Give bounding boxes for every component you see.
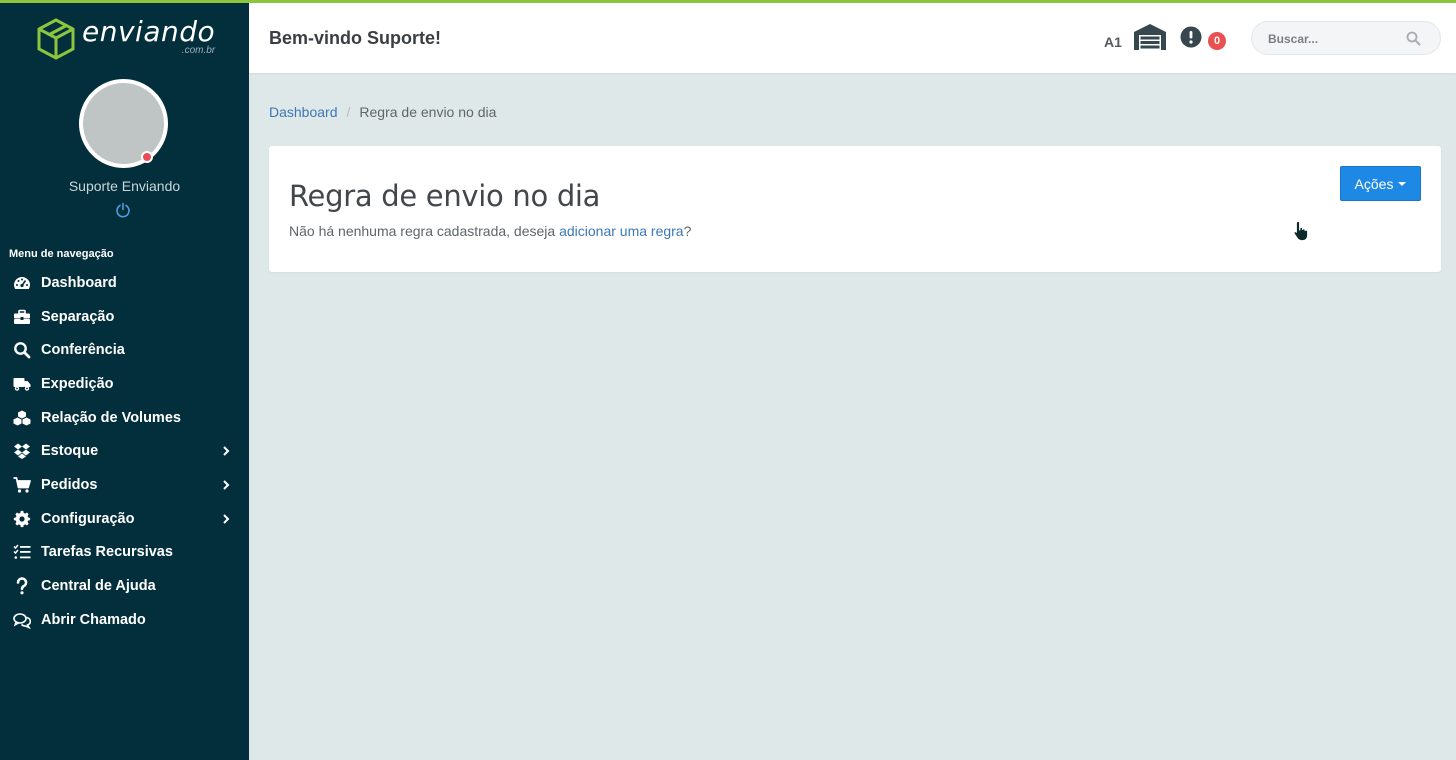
page-title: Regra de envio no dia <box>289 179 601 213</box>
nav-label: Separação <box>41 308 115 325</box>
nav-item-conferencia[interactable]: Conferência <box>0 333 249 367</box>
nav-label: Pedidos <box>41 476 98 493</box>
dashboard-gauge-icon <box>14 276 30 289</box>
toolbox-icon <box>14 309 30 324</box>
warehouse-icon[interactable] <box>1133 23 1167 51</box>
chevron-right-icon <box>223 446 230 456</box>
add-rule-link[interactable]: adicionar uma regra <box>559 223 684 239</box>
empty-message: Não há nenhuma regra cadastrada, deseja … <box>289 223 691 239</box>
empty-message-text: Não há nenhuma regra cadastrada, deseja <box>289 223 560 239</box>
nav-item-relacao-volumes[interactable]: Relação de Volumes <box>0 401 249 435</box>
nav-menu: Dashboard Separação Conferência Expediçã… <box>0 266 249 637</box>
chevron-right-icon <box>223 480 230 490</box>
avatar[interactable] <box>79 79 168 168</box>
nav-item-configuracao[interactable]: Configuração <box>0 502 249 536</box>
power-icon[interactable] <box>115 202 131 218</box>
hand-cursor-icon <box>1293 221 1308 241</box>
status-dot <box>141 151 153 163</box>
search-icon[interactable] <box>1406 31 1421 46</box>
nav-item-central-ajuda[interactable]: Central de Ajuda <box>0 569 249 603</box>
nav-item-abrir-chamado[interactable]: Abrir Chamado <box>0 603 249 637</box>
nav-label: Expedição <box>41 375 114 392</box>
chevron-right-icon <box>223 513 230 524</box>
warehouse-code[interactable]: A1 <box>1104 34 1122 50</box>
search-input[interactable] <box>1268 30 1398 48</box>
nav-item-dashboard[interactable]: Dashboard <box>0 266 249 300</box>
chat-icon <box>13 612 31 629</box>
search-box <box>1251 21 1441 55</box>
top-accent-line <box>0 0 1456 3</box>
nav-item-expedicao[interactable]: Expedição <box>0 367 249 401</box>
rules-card: Regra de envio no dia Não há nenhuma reg… <box>269 146 1441 272</box>
empty-message-end: ? <box>683 223 692 239</box>
dropbox-icon <box>14 443 30 460</box>
nav-label: Estoque <box>41 443 99 460</box>
breadcrumb-current: Regra de envio no dia <box>359 104 497 120</box>
brand-name: enviando <box>82 15 216 48</box>
breadcrumb-separator: / <box>346 104 351 120</box>
nav-title: Menu de navegação <box>9 248 114 260</box>
nav-label: Relação de Volumes <box>41 409 181 426</box>
nav-label: Conferência <box>41 342 125 359</box>
caret-down-icon <box>1398 181 1407 186</box>
brand-logo[interactable]: enviando .com.br <box>36 18 216 62</box>
alert-count-badge[interactable]: 0 <box>1208 32 1226 50</box>
cube-logo-icon <box>37 18 75 60</box>
cart-icon <box>13 477 31 493</box>
user-name: Suporte Enviando <box>68 178 181 194</box>
nav-label: Abrir Chamado <box>41 611 146 628</box>
question-icon <box>16 577 28 595</box>
sidebar: enviando .com.br Suporte Enviando Menu d… <box>0 0 249 760</box>
alert-icon[interactable] <box>1180 26 1202 48</box>
nav-label: Central de Ajuda <box>41 578 156 595</box>
top-header: Bem-vindo Suporte! A1 0 <box>249 3 1456 73</box>
nav-label: Configuração <box>41 510 135 527</box>
nav-item-separacao[interactable]: Separação <box>0 300 249 334</box>
task-list-icon <box>13 544 31 560</box>
nav-label: Tarefas Recursivas <box>41 544 173 561</box>
truck-icon <box>13 377 31 391</box>
breadcrumb-home-link[interactable]: Dashboard <box>269 104 338 120</box>
search-icon <box>14 342 31 359</box>
welcome-title: Bem-vindo Suporte! <box>269 28 442 48</box>
nav-item-tarefas-recursivas[interactable]: Tarefas Recursivas <box>0 536 249 570</box>
nav-label: Dashboard <box>41 274 117 291</box>
cubes-icon <box>13 410 31 426</box>
actions-dropdown-button[interactable]: Ações <box>1340 166 1421 201</box>
nav-item-pedidos[interactable]: Pedidos <box>0 468 249 502</box>
gear-icon <box>13 510 31 527</box>
nav-item-estoque[interactable]: Estoque <box>0 434 249 468</box>
actions-label: Ações <box>1354 175 1394 192</box>
breadcrumb: Dashboard / Regra de envio no dia <box>269 104 496 120</box>
